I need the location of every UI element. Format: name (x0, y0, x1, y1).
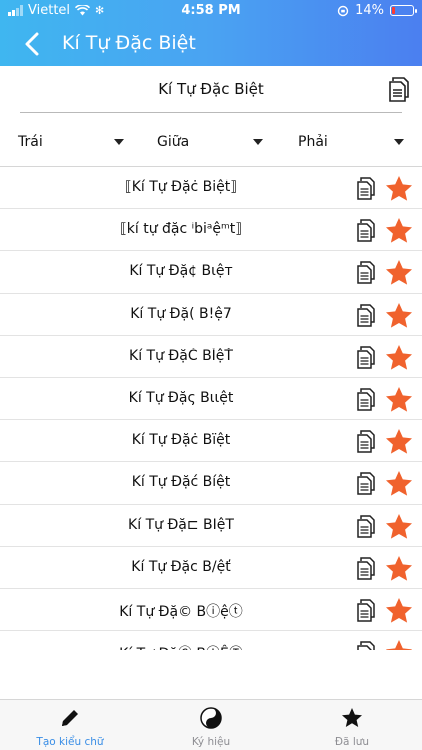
styled-text: Kí Tự Đặċ Bïệt (131, 432, 231, 449)
battery-percent: 14% (355, 3, 384, 18)
list-item[interactable]: Kí Tự ĐặČ BĬệŤ (0, 336, 422, 378)
star-icon[interactable] (385, 470, 413, 497)
page-title: Kí Tự Đặc Biệt (62, 32, 196, 54)
copy-document-icon[interactable] (356, 345, 376, 369)
star-icon (342, 708, 362, 727)
rotation-lock-icon (337, 5, 349, 16)
text-input[interactable]: Kí Tự Đặc Biệt (20, 80, 402, 98)
copy-document-icon[interactable] (356, 429, 376, 453)
copy-document-icon[interactable] (356, 471, 376, 496)
selector-right[interactable]: Phải (298, 134, 406, 150)
star-icon[interactable] (385, 344, 413, 371)
input-underline (20, 112, 402, 113)
selector-right-label: Phải (298, 134, 328, 150)
styled-text: Kí Tự Đặc B/ệť (131, 558, 231, 575)
nav-bar: Kí Tự Đặc Biệt (0, 22, 422, 66)
selector-middle[interactable]: Giữa (157, 134, 265, 150)
star-icon[interactable] (385, 302, 413, 329)
star-icon[interactable] (385, 513, 413, 540)
copy-document-icon[interactable] (356, 387, 376, 411)
styled-text: ⟦Kí Tự Đặċ Biệṫ⟧ (124, 179, 238, 195)
copy-document-icon[interactable] (356, 514, 376, 538)
star-icon[interactable] (385, 428, 413, 455)
selector-left-label: Trái (18, 134, 43, 150)
copy-document-icon[interactable] (356, 260, 376, 285)
styled-text: Kí Tự Đặ⊏ BIệT (128, 516, 234, 533)
chevron-left-icon[interactable] (20, 31, 46, 57)
styled-text: ⟦kí tự đặc ⁱbiᵃệᵐt⟧ (119, 221, 243, 238)
selector-middle-label: Giữa (157, 134, 190, 150)
status-bar: Viettel ✻ 4:58 PM 14% (0, 0, 422, 22)
list-item[interactable]: Kí Tự Đặ⊏ BIệT (0, 505, 422, 547)
star-icon[interactable] (385, 386, 413, 413)
list-item[interactable]: ⟦Kí Tự Đặċ Biệṫ⟧ (0, 167, 422, 210)
tab-label: Ký hiệu (191, 736, 231, 748)
tab-label: Tạo kiểu chữ (36, 736, 104, 748)
copy-document-icon[interactable] (356, 303, 376, 327)
list-item[interactable]: ⟦kí tự đặc ⁱbiᵃệᵐt⟧ (0, 209, 422, 252)
list-item[interactable]: Kí Tự Đặ© Bⓘệⓣ (0, 589, 422, 632)
list-item[interactable]: Kí Tự ĐặⒸ BⒾỆⓉ (0, 631, 422, 650)
star-icon[interactable] (385, 597, 413, 624)
copy-document-icon[interactable] (356, 556, 376, 580)
list-item[interactable]: Kí Tự Đặć Bíệt (0, 462, 422, 505)
star-icon[interactable] (385, 217, 413, 244)
list-item[interactable]: Kí Tự Đặ¢ Bιệт (0, 251, 422, 294)
list-item[interactable]: Kí Tự Đặċ Bïệt (0, 420, 422, 463)
copy-document-icon[interactable] (356, 218, 376, 242)
star-icon[interactable] (385, 639, 413, 650)
app-header: Viettel ✻ 4:58 PM 14% Kí Tự Đặc Biệt (0, 0, 422, 66)
selector-left[interactable]: Trái (18, 134, 126, 150)
position-selectors: Trái Giữa Phải (0, 130, 422, 154)
star-icon[interactable] (385, 259, 413, 286)
caret-down-icon (253, 139, 263, 145)
tab-create-style[interactable]: Tạo kiểu chữ (0, 700, 140, 750)
text-input-row: Kí Tự Đặc Biệt (0, 66, 422, 114)
battery-icon (390, 5, 417, 16)
list-item[interactable]: Kí Tự Đặς Bιιệt (0, 378, 422, 421)
star-icon[interactable] (385, 555, 413, 582)
battery-fill (392, 7, 395, 14)
styled-text: Kí Tự ĐặⒸ BⒾỆⓉ (20, 643, 342, 650)
tab-bar: Tạo kiểu chữ Ký hiệu Đã lưu (0, 699, 422, 750)
tab-label: Đã lưu (334, 736, 370, 748)
copy-document-icon[interactable] (356, 598, 376, 622)
copy-document-icon[interactable] (388, 76, 410, 102)
copy-document-icon[interactable] (356, 640, 376, 650)
styled-text: Kí Tự Đặ© Bⓘệⓣ (119, 603, 243, 620)
status-right: 14% (337, 3, 417, 18)
results-list: ⟦Kí Tự Đặċ Biệṫ⟧ ⟦kí tự đặc ⁱbiᵃệᵐt⟧ Kí Tự… (0, 167, 422, 650)
styled-text: Kí Tự ĐặČ BĬệŤ (129, 347, 233, 364)
styled-text: Kí Tự Đặ( B!ệ7 (130, 305, 232, 322)
caret-down-icon (394, 139, 404, 145)
star-icon[interactable] (385, 175, 413, 202)
styled-text: Kí Tự Đặ¢ Bιệт (129, 263, 233, 280)
yin-yang-icon (200, 707, 222, 729)
styled-text: Kí Tự Đặć Bíệt (131, 474, 231, 491)
pencil-icon (62, 710, 78, 726)
caret-down-icon (114, 139, 124, 145)
copy-document-icon[interactable] (356, 176, 376, 200)
tab-symbols[interactable]: Ký hiệu (141, 700, 281, 750)
list-item[interactable]: Kí Tự Đặc B/ệť (0, 547, 422, 589)
tab-saved[interactable]: Đã lưu (282, 700, 422, 750)
styled-text: Kí Tự Đặς Bιιệt (128, 389, 234, 406)
list-item[interactable]: Kí Tự Đặ( B!ệ7 (0, 294, 422, 336)
